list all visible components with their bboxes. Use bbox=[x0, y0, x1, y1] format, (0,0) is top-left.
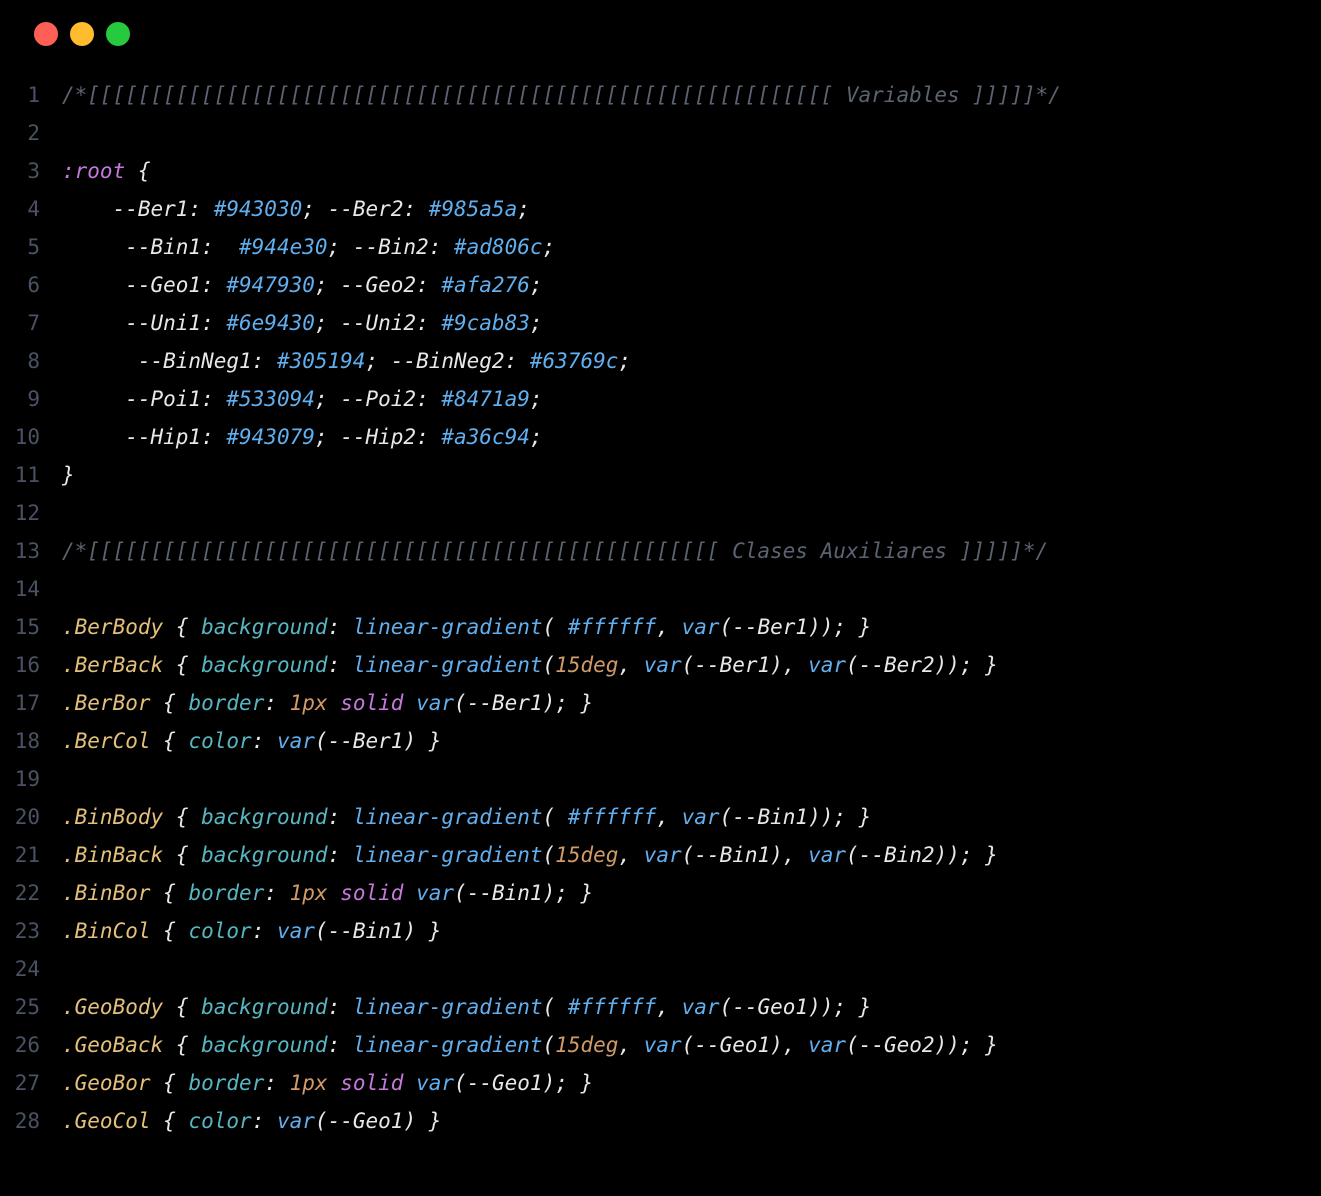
line-number: 16 bbox=[0, 646, 62, 684]
line-number: 15 bbox=[0, 608, 62, 646]
line-number: 1 bbox=[0, 76, 62, 114]
line-number: 25 bbox=[0, 988, 62, 1026]
line-number: 20 bbox=[0, 798, 62, 836]
line-number: 18 bbox=[0, 722, 62, 760]
line-number: 9 bbox=[0, 380, 62, 418]
line-content: --Hip1: #943079; --Hip2: #a36c94; bbox=[62, 418, 543, 456]
code-line[interactable]: 8 --BinNeg1: #305194; --BinNeg2: #63769c… bbox=[0, 342, 1291, 380]
code-line[interactable]: 22.BinBor { border: 1px solid var(--Bin1… bbox=[0, 874, 1291, 912]
line-number: 7 bbox=[0, 304, 62, 342]
code-area[interactable]: 1/*[[[[[[[[[[[[[[[[[[[[[[[[[[[[[[[[[[[[[… bbox=[0, 62, 1321, 1140]
code-line[interactable]: 12 bbox=[0, 494, 1291, 532]
line-content: --Geo1: #947930; --Geo2: #afa276; bbox=[62, 266, 543, 304]
line-number: 12 bbox=[0, 494, 62, 532]
line-content: .GeoBor { border: 1px solid var(--Geo1);… bbox=[62, 1064, 593, 1102]
code-line[interactable]: 2 bbox=[0, 114, 1291, 152]
line-content: .GeoBack { background: linear-gradient(1… bbox=[62, 1026, 998, 1064]
code-line[interactable]: 27.GeoBor { border: 1px solid var(--Geo1… bbox=[0, 1064, 1291, 1102]
code-line[interactable]: 19 bbox=[0, 760, 1291, 798]
line-content: .BinCol { color: var(--Bin1) } bbox=[62, 912, 441, 950]
close-icon[interactable] bbox=[34, 22, 58, 46]
line-content: .BerBor { border: 1px solid var(--Ber1);… bbox=[62, 684, 593, 722]
line-content: --Poi1: #533094; --Poi2: #8471a9; bbox=[62, 380, 543, 418]
line-content: --Uni1: #6e9430; --Uni2: #9cab83; bbox=[62, 304, 543, 342]
line-number: 23 bbox=[0, 912, 62, 950]
line-content: --BinNeg1: #305194; --BinNeg2: #63769c; bbox=[62, 342, 631, 380]
code-line[interactable]: 18.BerCol { color: var(--Ber1) } bbox=[0, 722, 1291, 760]
code-line[interactable]: 25.GeoBody { background: linear-gradient… bbox=[0, 988, 1291, 1026]
code-line[interactable]: 28.GeoCol { color: var(--Geo1) } bbox=[0, 1102, 1291, 1140]
line-number: 28 bbox=[0, 1102, 62, 1140]
code-line[interactable]: 9 --Poi1: #533094; --Poi2: #8471a9; bbox=[0, 380, 1291, 418]
line-number: 8 bbox=[0, 342, 62, 380]
code-line[interactable]: 20.BinBody { background: linear-gradient… bbox=[0, 798, 1291, 836]
line-number: 17 bbox=[0, 684, 62, 722]
code-line[interactable]: 14 bbox=[0, 570, 1291, 608]
minimize-icon[interactable] bbox=[70, 22, 94, 46]
line-number: 6 bbox=[0, 266, 62, 304]
code-line[interactable]: 3:root { bbox=[0, 152, 1291, 190]
line-content: .GeoBody { background: linear-gradient( … bbox=[62, 988, 871, 1026]
line-content: /*[[[[[[[[[[[[[[[[[[[[[[[[[[[[[[[[[[[[[[… bbox=[62, 532, 1048, 570]
line-content: .BinBor { border: 1px solid var(--Bin1);… bbox=[62, 874, 593, 912]
code-line[interactable]: 23.BinCol { color: var(--Bin1) } bbox=[0, 912, 1291, 950]
code-line[interactable]: 6 --Geo1: #947930; --Geo2: #afa276; bbox=[0, 266, 1291, 304]
code-line[interactable]: 17.BerBor { border: 1px solid var(--Ber1… bbox=[0, 684, 1291, 722]
line-number: 27 bbox=[0, 1064, 62, 1102]
line-content: .BerBody { background: linear-gradient( … bbox=[62, 608, 871, 646]
line-number: 2 bbox=[0, 114, 62, 152]
line-content: --Ber1: #943030; --Ber2: #985a5a; bbox=[62, 190, 530, 228]
code-line[interactable]: 11} bbox=[0, 456, 1291, 494]
line-number: 5 bbox=[0, 228, 62, 266]
line-content: /*[[[[[[[[[[[[[[[[[[[[[[[[[[[[[[[[[[[[[[… bbox=[62, 76, 1061, 114]
code-line[interactable]: 16.BerBack { background: linear-gradient… bbox=[0, 646, 1291, 684]
code-line[interactable]: 1/*[[[[[[[[[[[[[[[[[[[[[[[[[[[[[[[[[[[[[… bbox=[0, 76, 1291, 114]
code-line[interactable]: 10 --Hip1: #943079; --Hip2: #a36c94; bbox=[0, 418, 1291, 456]
line-content: .BinBack { background: linear-gradient(1… bbox=[62, 836, 998, 874]
line-number: 11 bbox=[0, 456, 62, 494]
titlebar bbox=[0, 0, 1321, 62]
line-content: .BerCol { color: var(--Ber1) } bbox=[62, 722, 441, 760]
line-number: 3 bbox=[0, 152, 62, 190]
code-line[interactable]: 13/*[[[[[[[[[[[[[[[[[[[[[[[[[[[[[[[[[[[[… bbox=[0, 532, 1291, 570]
line-number: 24 bbox=[0, 950, 62, 988]
code-line[interactable]: 7 --Uni1: #6e9430; --Uni2: #9cab83; bbox=[0, 304, 1291, 342]
line-number: 21 bbox=[0, 836, 62, 874]
line-content: } bbox=[62, 456, 75, 494]
code-line[interactable]: 24 bbox=[0, 950, 1291, 988]
line-number: 22 bbox=[0, 874, 62, 912]
line-number: 4 bbox=[0, 190, 62, 228]
line-number: 14 bbox=[0, 570, 62, 608]
code-line[interactable]: 21.BinBack { background: linear-gradient… bbox=[0, 836, 1291, 874]
editor-window: 1/*[[[[[[[[[[[[[[[[[[[[[[[[[[[[[[[[[[[[[… bbox=[0, 0, 1321, 1196]
line-content: --Bin1: #944e30; --Bin2: #ad806c; bbox=[62, 228, 555, 266]
line-content: .BerBack { background: linear-gradient(1… bbox=[62, 646, 998, 684]
maximize-icon[interactable] bbox=[106, 22, 130, 46]
line-content: .BinBody { background: linear-gradient( … bbox=[62, 798, 871, 836]
line-number: 13 bbox=[0, 532, 62, 570]
code-line[interactable]: 4 --Ber1: #943030; --Ber2: #985a5a; bbox=[0, 190, 1291, 228]
line-content: :root { bbox=[62, 152, 151, 190]
line-number: 10 bbox=[0, 418, 62, 456]
code-line[interactable]: 5 --Bin1: #944e30; --Bin2: #ad806c; bbox=[0, 228, 1291, 266]
code-line[interactable]: 15.BerBody { background: linear-gradient… bbox=[0, 608, 1291, 646]
code-line[interactable]: 26.GeoBack { background: linear-gradient… bbox=[0, 1026, 1291, 1064]
line-number: 19 bbox=[0, 760, 62, 798]
line-number: 26 bbox=[0, 1026, 62, 1064]
line-content: .GeoCol { color: var(--Geo1) } bbox=[62, 1102, 441, 1140]
